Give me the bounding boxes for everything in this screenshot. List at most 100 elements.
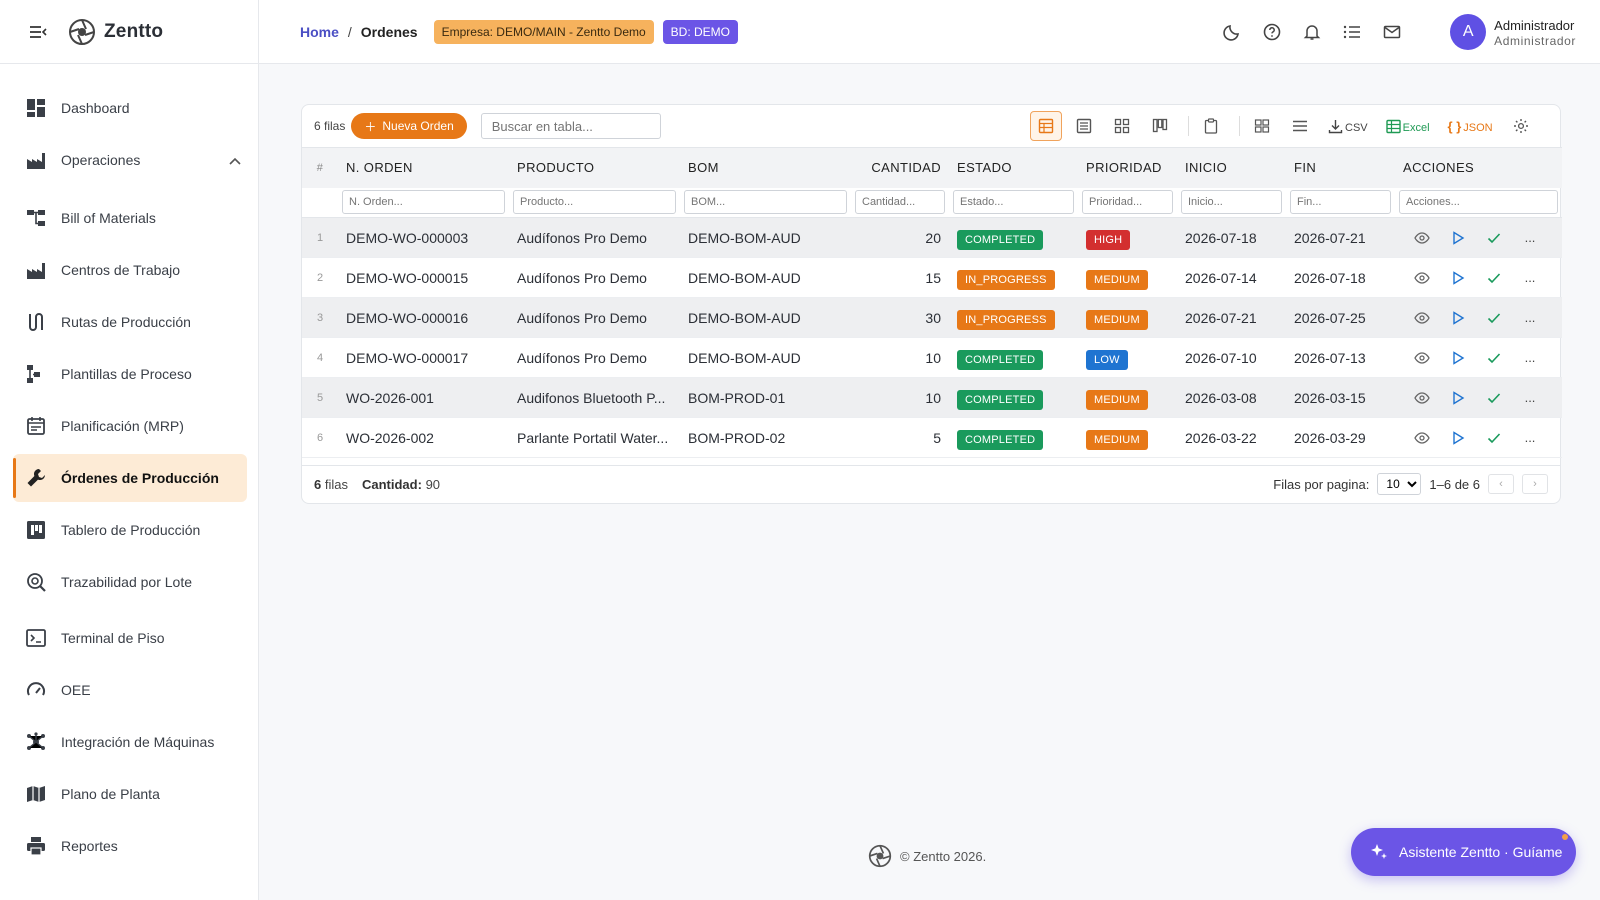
chevron-up-icon[interactable]: [229, 152, 241, 168]
dark-mode-icon[interactable]: [1220, 20, 1244, 44]
company-chip[interactable]: Empresa: DEMO/MAIN - Zentto Demo: [433, 19, 654, 44]
user-role: Administrador: [1494, 33, 1576, 48]
sidebar-item-dashboard[interactable]: Dashboard: [13, 84, 247, 132]
assistant-button[interactable]: Asistente Zentto · Guíame: [1351, 828, 1576, 876]
export-json-button[interactable]: { } JSON: [1448, 119, 1493, 134]
mail-icon[interactable]: [1380, 20, 1404, 44]
sidebar-item-operaciones[interactable]: Operaciones: [13, 136, 247, 184]
more-actions-button[interactable]: ...: [1519, 387, 1541, 409]
collapse-menu-icon[interactable]: [28, 24, 48, 40]
sidebar-item-ordenes-de-produccion[interactable]: Órdenes de Producción: [13, 454, 247, 502]
filter-producto-input[interactable]: [513, 190, 676, 215]
sidebar-item-terminal-de-piso[interactable]: Terminal de Piso: [13, 614, 247, 662]
check-icon[interactable]: [1483, 267, 1505, 289]
settings-gear-icon[interactable]: [1505, 111, 1537, 141]
more-actions-button[interactable]: ...: [1519, 227, 1541, 249]
database-chip[interactable]: BD: DEMO: [662, 19, 738, 44]
column-header-estado[interactable]: ESTADO: [949, 148, 1078, 188]
clipboard-icon[interactable]: [1195, 111, 1227, 141]
export-excel-button[interactable]: Excel: [1385, 119, 1430, 134]
sidebar-item-tablero-de-produccion[interactable]: Tablero de Producción: [13, 506, 247, 554]
task-list-icon[interactable]: [1340, 20, 1364, 44]
table-search-input[interactable]: [480, 113, 661, 139]
help-icon[interactable]: [1260, 20, 1284, 44]
view-eye-icon[interactable]: [1411, 387, 1433, 409]
avatar[interactable]: A: [1450, 14, 1487, 50]
table-row[interactable]: 6 WO-2026-002 Parlante Portatil Water... BO…: [302, 418, 1562, 458]
more-actions-button[interactable]: ...: [1519, 347, 1541, 369]
more-actions-button[interactable]: ...: [1519, 427, 1541, 449]
user-menu[interactable]: A Administrador Administrador: [1450, 14, 1576, 50]
table-row[interactable]: 4 DEMO-WO-000017 Audífonos Pro Demo DEMO-BO…: [302, 338, 1562, 378]
table-row[interactable]: 2 DEMO-WO-000015 Audífonos Pro Demo DEMO-BO…: [302, 258, 1562, 298]
view-eye-icon[interactable]: [1411, 267, 1433, 289]
play-icon[interactable]: [1447, 267, 1469, 289]
cell-bom: DEMO-BOM-AUD: [688, 269, 801, 286]
more-actions-button[interactable]: ...: [1519, 307, 1541, 329]
density-grid-icon[interactable]: [1246, 111, 1278, 141]
status-badge: COMPLETED: [957, 349, 1044, 370]
cell-orden: DEMO-WO-000015: [346, 269, 469, 286]
table-row[interactable]: 3 DEMO-WO-000016 Audífonos Pro Demo DEMO-BO…: [302, 297, 1562, 338]
sidebar-item-planificacion-mrp[interactable]: Planificación (MRP): [13, 402, 247, 450]
filter-cantidad-input[interactable]: [855, 190, 945, 215]
rows-per-page-select[interactable]: 10: [1377, 473, 1422, 495]
filter-acciones-input[interactable]: [1399, 190, 1558, 215]
export-csv-button[interactable]: CSV: [1328, 119, 1368, 134]
check-icon[interactable]: [1483, 227, 1505, 249]
column-header-bom[interactable]: BOM: [680, 148, 851, 188]
table-row[interactable]: 5 WO-2026-001 Audifonos Bluetooth P... BOM-…: [302, 377, 1562, 418]
view-eye-icon[interactable]: [1411, 347, 1433, 369]
more-actions-button[interactable]: ...: [1519, 267, 1541, 289]
column-header-producto[interactable]: PRODUCTO: [509, 148, 680, 188]
column-header-fin[interactable]: FIN: [1286, 148, 1395, 188]
sidebar-item-centros-de-trabajo[interactable]: Centros de Trabajo: [13, 246, 247, 294]
new-order-button[interactable]: ＋ Nueva Orden: [351, 113, 467, 139]
card-view-icon[interactable]: [1106, 111, 1138, 141]
sidebar-item-rutas-de-produccion[interactable]: Rutas de Producción: [13, 298, 247, 346]
filter-estado-input[interactable]: [953, 190, 1074, 215]
filter-inicio-input[interactable]: [1181, 190, 1282, 215]
sidebar-item-integracion-de-maquinas[interactable]: Integración de Máquinas: [13, 718, 247, 766]
table-row[interactable]: 1 DEMO-WO-000003 Audífonos Pro Demo DEMO-BO…: [302, 217, 1562, 258]
app-logo[interactable]: Zentto: [68, 18, 163, 46]
density-list-icon[interactable]: [1284, 111, 1316, 141]
check-icon[interactable]: [1483, 347, 1505, 369]
cell-estado: COMPLETED: [949, 378, 1078, 418]
filter-orden-input[interactable]: [342, 190, 505, 215]
sidebar-item-plantillas-de-proceso[interactable]: Plantillas de Proceso: [13, 350, 247, 398]
view-eye-icon[interactable]: [1411, 307, 1433, 329]
view-eye-icon[interactable]: [1411, 427, 1433, 449]
column-header-inicio[interactable]: INICIO: [1177, 148, 1286, 188]
sidebar-item-oee[interactable]: OEE: [13, 666, 247, 714]
check-icon[interactable]: [1483, 427, 1505, 449]
column-header-prioridad[interactable]: PRIORIDAD: [1078, 148, 1177, 188]
bell-icon[interactable]: [1300, 20, 1324, 44]
tree-icon: [25, 207, 47, 229]
cell-cantidad: 10: [925, 389, 941, 406]
cell-inicio: 2026-07-21: [1185, 309, 1257, 326]
column-header-cantidad[interactable]: CANTIDAD: [851, 148, 949, 188]
sidebar-item-reportes[interactable]: Reportes: [13, 822, 247, 870]
view-eye-icon[interactable]: [1411, 227, 1433, 249]
column-header-orden[interactable]: N. ORDEN: [338, 148, 509, 188]
play-icon[interactable]: [1447, 307, 1469, 329]
check-icon[interactable]: [1483, 387, 1505, 409]
list-view-icon[interactable]: [1068, 111, 1100, 141]
play-icon[interactable]: [1447, 387, 1469, 409]
breadcrumb-home-link[interactable]: Home: [300, 24, 339, 40]
filter-bom-input[interactable]: [684, 190, 847, 215]
kanban-view-icon[interactable]: [1144, 111, 1176, 141]
sidebar-item-plano-de-planta[interactable]: Plano de Planta: [13, 770, 247, 818]
table-view-icon[interactable]: [1030, 111, 1062, 141]
prev-page-button[interactable]: ‹: [1488, 474, 1514, 494]
filter-fin-input[interactable]: [1290, 190, 1391, 215]
next-page-button[interactable]: ›: [1522, 474, 1548, 494]
play-icon[interactable]: [1447, 227, 1469, 249]
play-icon[interactable]: [1447, 427, 1469, 449]
sidebar-item-bill-of-materials[interactable]: Bill of Materials: [13, 194, 247, 242]
check-icon[interactable]: [1483, 307, 1505, 329]
sidebar-item-trazabilidad-por-lote[interactable]: Trazabilidad por Lote: [13, 558, 247, 606]
filter-prioridad-input[interactable]: [1082, 190, 1173, 215]
play-icon[interactable]: [1447, 347, 1469, 369]
